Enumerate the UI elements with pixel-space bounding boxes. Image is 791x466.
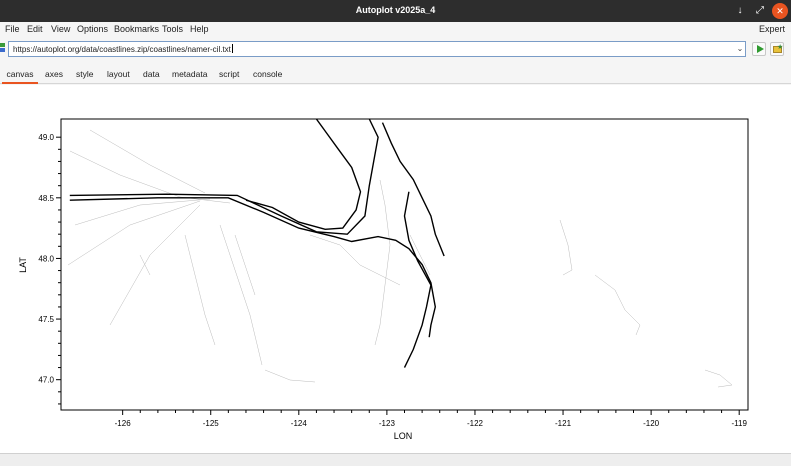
url-text: https://autoplot.org/data/coastlines.zip…: [13, 45, 231, 54]
tab-bar: canvas axes style layout data metadata s…: [0, 64, 791, 84]
y-tick-label: 48.5: [38, 194, 54, 203]
tab-canvas[interactable]: canvas: [2, 64, 38, 84]
x-tick-label: -119: [731, 419, 747, 428]
menu-help[interactable]: Help: [190, 24, 209, 34]
y-axis-label: LAT: [18, 257, 28, 273]
data-source-url-input[interactable]: https://autoplot.org/data/coastlines.zip…: [8, 41, 746, 57]
maximize-icon[interactable]: ⤢: [752, 3, 768, 19]
tab-style[interactable]: style: [76, 64, 93, 84]
x-axis-ticks: -126 -125 -124 -123 -122 -121 -120 -119: [115, 410, 747, 428]
menu-bookmarks[interactable]: Bookmarks: [114, 24, 159, 34]
window-title: Autoplot v2025a_4: [355, 5, 436, 15]
play-icon[interactable]: [752, 42, 766, 56]
x-tick-label: -122: [467, 419, 484, 428]
minimize-icon[interactable]: ↓: [732, 3, 748, 19]
y-tick-label: 47.5: [38, 315, 54, 324]
x-tick-label: -125: [203, 419, 220, 428]
menu-file[interactable]: File: [5, 24, 20, 34]
expert-mode-label[interactable]: Expert: [759, 24, 785, 34]
plot-canvas[interactable]: LON LAT -126 -125 -124 -123 -122 -121 -120 -119…: [0, 85, 791, 453]
y-tick-label: 48.0: [38, 254, 54, 263]
menu-view[interactable]: View: [51, 24, 70, 34]
chevron-down-icon[interactable]: ⌄: [735, 42, 745, 56]
x-tick-label: -120: [643, 419, 660, 428]
tab-script[interactable]: script: [219, 64, 239, 84]
menu-options[interactable]: Options: [77, 24, 108, 34]
tab-metadata[interactable]: metadata: [172, 64, 207, 84]
x-tick-label: -124: [291, 419, 308, 428]
title-bar: Autoplot v2025a_4 ↓ ⤢ ✕: [0, 0, 791, 22]
status-bar: [0, 453, 791, 466]
tab-layout[interactable]: layout: [107, 64, 130, 84]
menu-tools[interactable]: Tools: [162, 24, 183, 34]
coastline-plot[interactable]: LON LAT -126 -125 -124 -123 -122 -121 -120 -119…: [0, 85, 791, 453]
x-tick-label: -123: [379, 419, 396, 428]
y-tick-label: 47.0: [38, 376, 54, 385]
tab-console[interactable]: console: [253, 64, 282, 84]
x-axis-label: LON: [394, 431, 413, 441]
menu-bar: File Edit View Options Bookmarks Tools H…: [0, 22, 791, 38]
tab-axes[interactable]: axes: [45, 64, 63, 84]
x-tick-label: -126: [115, 419, 132, 428]
y-tick-label: 49.0: [38, 133, 54, 142]
x-tick-label: -121: [555, 419, 572, 428]
menu-edit[interactable]: Edit: [27, 24, 43, 34]
tab-data[interactable]: data: [143, 64, 160, 84]
y-axis-ticks: 49.0 48.5 48.0 47.5 47.0: [38, 133, 61, 405]
close-icon[interactable]: ✕: [772, 3, 788, 19]
bookmark-folder-icon[interactable]: ★: [770, 42, 784, 56]
data-source-row: https://autoplot.org/data/coastlines.zip…: [0, 39, 791, 59]
data-set-selector-icon[interactable]: [0, 43, 6, 53]
